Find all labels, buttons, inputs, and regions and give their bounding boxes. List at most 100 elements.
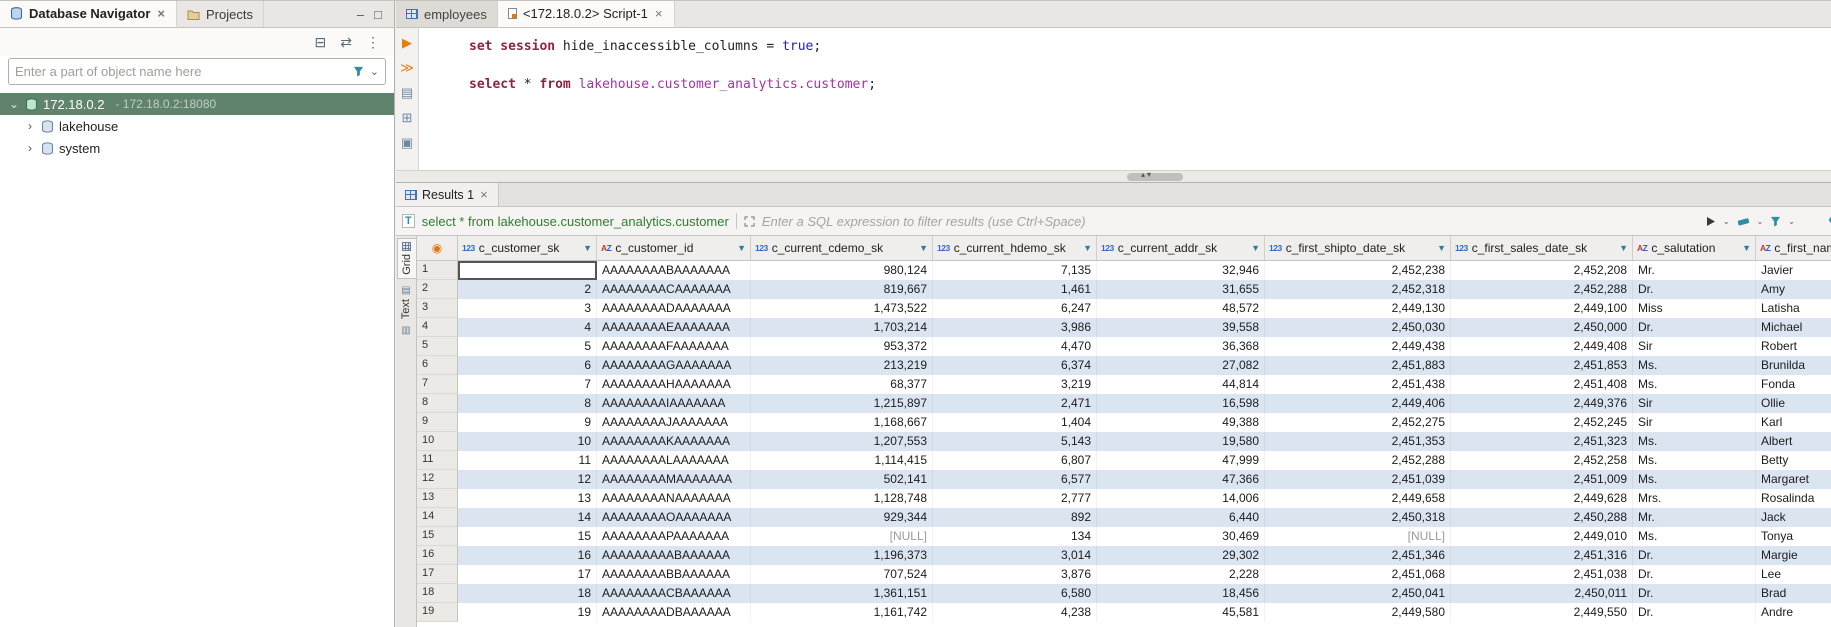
table-cell[interactable]: 45,581 (1097, 603, 1265, 622)
table-cell[interactable]: 1,461 (933, 280, 1097, 299)
table-cell[interactable]: 2,449,628 (1451, 489, 1633, 508)
table-cell[interactable]: 2,450,288 (1451, 508, 1633, 527)
table-cell[interactable]: 19,580 (1097, 432, 1265, 451)
table-cell[interactable]: 2,452,318 (1265, 280, 1451, 299)
tab-results-1[interactable]: Results 1 × (396, 183, 499, 206)
table-cell[interactable]: Javier (1756, 261, 1831, 280)
table-cell[interactable]: 19 (458, 603, 597, 622)
table-cell[interactable]: 2,450,000 (1451, 318, 1633, 337)
table-cell[interactable]: Sir (1633, 337, 1756, 356)
table-cell[interactable]: 4,470 (933, 337, 1097, 356)
table-cell[interactable]: 2,449,580 (1265, 603, 1451, 622)
table-cell[interactable]: Fonda (1756, 375, 1831, 394)
table-cell[interactable]: 1,114,415 (751, 451, 933, 470)
sort-dropdown-icon[interactable]: ▼ (583, 243, 592, 253)
table-cell[interactable]: 39,558 (1097, 318, 1265, 337)
table-cell[interactable]: Karl (1756, 413, 1831, 432)
table-cell[interactable]: Betty (1756, 451, 1831, 470)
executed-statement[interactable]: select * from lakehouse.customer_analyti… (422, 214, 729, 229)
table-cell[interactable]: AAAAAAAAHAAAAAAA (597, 375, 751, 394)
table-cell[interactable]: Miss (1633, 299, 1756, 318)
table-cell[interactable]: 2,450,041 (1265, 584, 1451, 603)
table-cell[interactable]: 2,451,438 (1265, 375, 1451, 394)
row-number[interactable]: 17 (417, 565, 458, 584)
table-cell[interactable]: 2,450,011 (1451, 584, 1633, 603)
table-cell[interactable]: AAAAAAAACAAAAAAA (597, 280, 751, 299)
filter-settings-icon[interactable] (1770, 216, 1781, 227)
table-cell[interactable]: 2,449,100 (1451, 299, 1633, 318)
table-cell[interactable]: Dr. (1633, 584, 1756, 603)
row-number[interactable]: 7 (417, 375, 458, 394)
table-cell[interactable]: Mr. (1633, 261, 1756, 280)
table-cell[interactable]: 980,124 (751, 261, 933, 280)
chevron-down-icon[interactable]: ⌄ (1757, 217, 1764, 226)
table-cell[interactable]: AAAAAAAAFAAAAAAA (597, 337, 751, 356)
table-cell[interactable]: 1,196,373 (751, 546, 933, 565)
table-cell[interactable]: 2,452,208 (1451, 261, 1633, 280)
tab-projects[interactable]: Projects (177, 1, 264, 27)
table-cell[interactable]: Ms. (1633, 432, 1756, 451)
sash-toggle-icon[interactable]: ▴▾ (1141, 170, 1153, 179)
table-cell[interactable]: 6,577 (933, 470, 1097, 489)
table-cell[interactable]: 47,999 (1097, 451, 1265, 470)
table-cell[interactable] (458, 261, 597, 280)
table-cell[interactable]: 6,580 (933, 584, 1097, 603)
execute-script-button[interactable]: ≫ (400, 61, 414, 75)
table-cell[interactable]: Mr. (1633, 508, 1756, 527)
table-cell[interactable]: 213,219 (751, 356, 933, 375)
table-cell[interactable]: Ms. (1633, 527, 1756, 546)
scrollbar-thumb[interactable] (1127, 173, 1183, 181)
table-cell[interactable]: Dr. (1633, 565, 1756, 584)
row-number[interactable]: 4 (417, 318, 458, 337)
tree-item-connection[interactable]: ⌄ 172.18.0.2 - 172.18.0.2:18080 (0, 93, 394, 115)
table-cell[interactable]: 44,814 (1097, 375, 1265, 394)
row-number[interactable]: 6 (417, 356, 458, 375)
table-cell[interactable]: 4,238 (933, 603, 1097, 622)
sql-editor[interactable]: set session hide_inaccessible_columns = … (419, 28, 1831, 170)
table-cell[interactable]: AAAAAAAACBAAAAAA (597, 584, 751, 603)
expander-closed-icon[interactable]: › (24, 119, 36, 133)
table-cell[interactable]: 7 (458, 375, 597, 394)
table-cell[interactable]: 17 (458, 565, 597, 584)
table-cell[interactable]: 2,449,130 (1265, 299, 1451, 318)
tab-text[interactable]: ▤ Text (397, 283, 416, 322)
minimize-panel-button[interactable]: – (357, 7, 364, 22)
table-cell[interactable]: 1,168,667 (751, 413, 933, 432)
row-number[interactable]: 2 (417, 280, 458, 299)
table-cell[interactable]: 30,469 (1097, 527, 1265, 546)
table-cell[interactable]: Sir (1633, 413, 1756, 432)
table-cell[interactable]: 13 (458, 489, 597, 508)
row-number[interactable]: 16 (417, 546, 458, 565)
table-cell[interactable]: 2,451,038 (1451, 565, 1633, 584)
row-number[interactable]: 14 (417, 508, 458, 527)
table-cell[interactable]: 2,451,039 (1265, 470, 1451, 489)
table-cell[interactable]: 12 (458, 470, 597, 489)
table-cell[interactable]: 2,449,406 (1265, 394, 1451, 413)
table-cell[interactable]: AAAAAAAAPAAAAAAA (597, 527, 751, 546)
table-cell[interactable]: AAAAAAAABAAAAAAA (597, 261, 751, 280)
expand-filter-icon[interactable] (744, 216, 755, 227)
row-number[interactable]: 5 (417, 337, 458, 356)
table-cell[interactable]: 2,471 (933, 394, 1097, 413)
column-header-c_first_sales_date_sk[interactable]: 123c_first_sales_date_sk▼ (1451, 236, 1633, 260)
table-cell[interactable]: 3,986 (933, 318, 1097, 337)
table-cell[interactable]: AAAAAAAAEAAAAAAA (597, 318, 751, 337)
table-cell[interactable]: AAAAAAAANAAAAAAA (597, 489, 751, 508)
close-icon[interactable]: × (156, 6, 166, 21)
tab-database-navigator[interactable]: Database Navigator × (0, 1, 177, 27)
export-result-button[interactable]: ⊞ (402, 111, 413, 125)
table-cell[interactable]: 3,876 (933, 565, 1097, 584)
table-cell[interactable]: 1,207,553 (751, 432, 933, 451)
table-cell[interactable]: 2,451,068 (1265, 565, 1451, 584)
search-input[interactable] (15, 64, 347, 79)
maximize-panel-button[interactable]: □ (374, 7, 382, 22)
select-all-corner[interactable]: ◉ (417, 236, 458, 260)
explain-plan-button[interactable]: ▤ (401, 86, 413, 100)
chevron-down-icon[interactable]: ⌄ (1723, 217, 1730, 226)
row-number[interactable]: 10 (417, 432, 458, 451)
table-cell[interactable]: 1,703,214 (751, 318, 933, 337)
table-cell[interactable]: 2,228 (1097, 565, 1265, 584)
table-cell[interactable]: 29,302 (1097, 546, 1265, 565)
table-cell[interactable]: 6,440 (1097, 508, 1265, 527)
table-cell[interactable]: 2,777 (933, 489, 1097, 508)
